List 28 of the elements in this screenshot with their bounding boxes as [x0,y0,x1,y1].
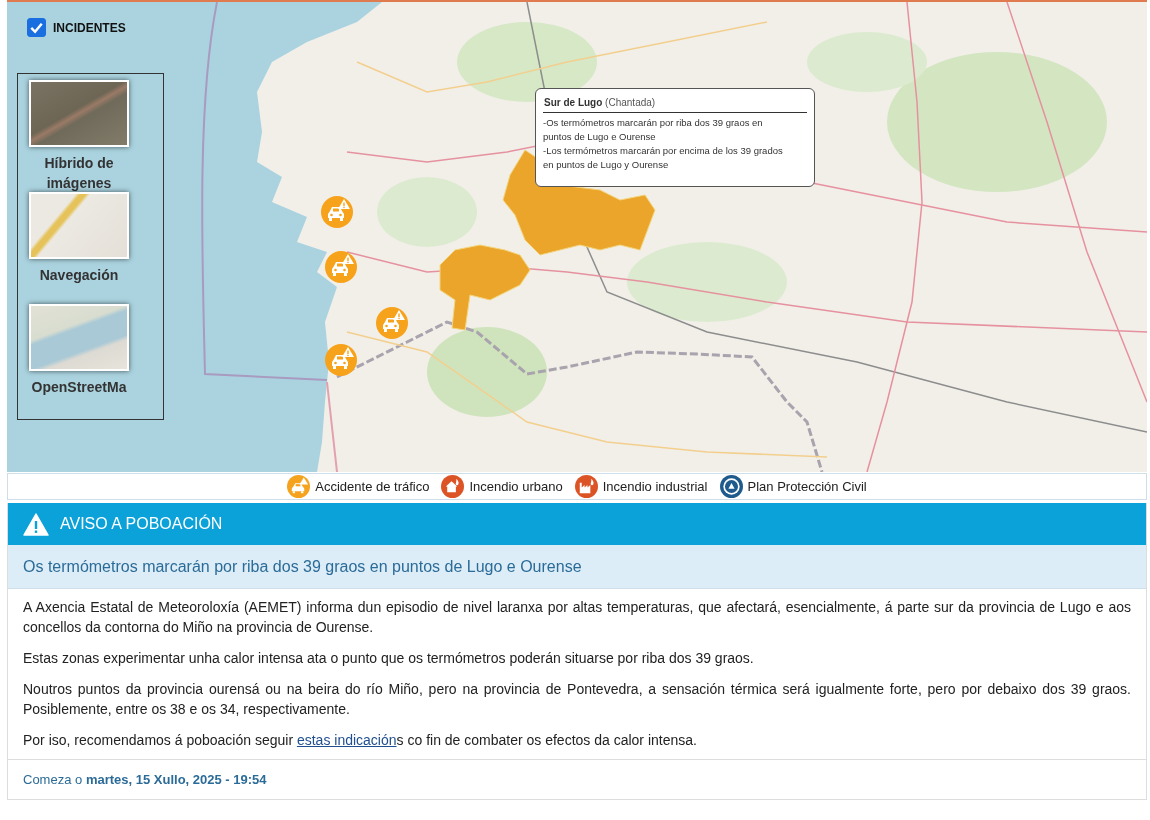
guidelines-link[interactable]: estas indicación [296,732,397,748]
body-paragraph: A Axencia Estatal de Meteoroloxía (AEMET) informa dun episodio de nivel laranxa por altas temperaturas, que afectará, esencialmente, á parte sur da provincia de Lugo e aos concellos da contorna do Miño na provincia de Ourense. [23,598,1131,637]
incidents-checkbox[interactable] [27,18,46,37]
incidents-label: INCIDENTES [53,20,126,35]
popup-text: -Los termómetros marcarán por encima de los 39 grados en puntos de Lugo y Ourense [543,144,783,172]
layer-label: Híbrido de imágenes [44,155,114,191]
layer-label: Navegación [39,267,119,283]
car-warning-marker-icon[interactable] [325,251,357,283]
warning-icon [23,512,49,536]
popup-text: -Os termómetros marcarán por riba dos 39 graos en puntos de Lugo e Ourense [543,116,764,144]
popup-title: Sur de Lugo (Chantada) [543,96,657,109]
body-paragraph: Noutros puntos da provincia ourensá ou na beira do río Miño, pero na provincia de Pontevedra, a sensación térmica será igualmente forte, pero por debaixo dos 39 graos. Posiblemente, entre os 38 e os 34, respectivamente. [23,680,1131,719]
body-paragraph: Estas zonas experimentar unha calor intensa ata o punto que os termómetros poderán situarse por riba dos 39 graos. [23,649,755,668]
start-date-text: Comeza o martes, 15 Xullo, 2025 - 19:54 [23,772,267,787]
legend-label: Plan Protección Civil [747,479,867,494]
legend-label: Incendio industrial [602,479,708,494]
legend-label: Accidente de tráfico [315,479,430,494]
layer-label: OpenStreetMa [31,379,127,395]
car-warning-marker-icon[interactable] [321,196,353,228]
alert-heading: AVISO A POBOACIÓN [60,515,223,533]
alert-title: Os termómetros marcarán por riba dos 39 graos en puntos de Lugo e Ourense [23,557,582,576]
street-map-thumbnail[interactable] [29,304,129,371]
car-warning-marker-icon[interactable] [325,344,357,376]
legend-label: Incendio urbano [469,479,563,494]
body-paragraph: Por iso, recomendamos á poboación seguir estas indicacións co fin de combater os efectos da calor intensa. [23,731,698,750]
satellite-photo-placeholder[interactable] [29,80,129,147]
street-map-thumbnail[interactable] [29,192,129,259]
car-warning-marker-icon[interactable] [376,307,408,339]
